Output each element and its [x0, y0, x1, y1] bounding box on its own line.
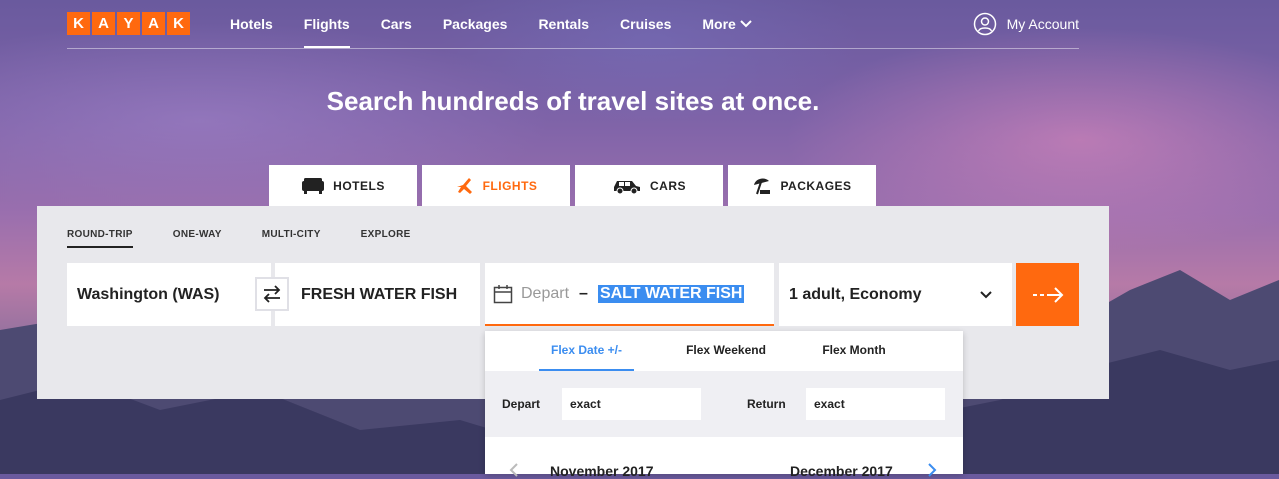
chevron-down-icon: [980, 290, 992, 298]
page-headline: Search hundreds of travel sites at once.: [326, 86, 820, 116]
flex-tabs: Flex Date +/- Flex Weekend Flex Month: [485, 331, 963, 371]
my-account-link[interactable]: My Account: [973, 12, 1079, 36]
tab-flex-month[interactable]: Flex Month: [819, 331, 889, 371]
trip-type-explore[interactable]: EXPLORE: [361, 229, 411, 248]
arrow-right-icon: [1032, 286, 1063, 303]
nav-link-hotels[interactable]: Hotels: [230, 0, 273, 48]
bed-icon: [302, 177, 325, 194]
flex-return-input[interactable]: [806, 388, 945, 420]
trip-type-multi-city[interactable]: MULTI-CITY: [262, 229, 321, 248]
logo-letter: A: [92, 12, 115, 35]
tab-packages[interactable]: PACKAGES: [728, 165, 876, 206]
dates-field[interactable]: Depart – SALT WATER FISH: [485, 263, 774, 326]
user-icon: [973, 12, 996, 36]
nav-link-flights[interactable]: Flights: [303, 0, 350, 48]
calendar-month-left: November 2017: [550, 463, 654, 479]
flex-depart-label: Depart: [502, 397, 541, 411]
vertical-tabs: HOTELS FLIGHTS CARS PACKAGES: [269, 165, 876, 206]
tab-hotels[interactable]: HOTELS: [269, 165, 417, 206]
tab-hotels-label: HOTELS: [333, 178, 385, 193]
destination-field[interactable]: FRESH WATER FISH: [275, 263, 480, 326]
tab-cars[interactable]: CARS: [575, 165, 723, 206]
depart-placeholder[interactable]: Depart: [521, 285, 569, 303]
flex-date-dropdown: Flex Date +/- Flex Weekend Flex Month De…: [485, 331, 963, 479]
nav-links: Hotels Flights Cars Packages Rentals Cru…: [230, 0, 783, 48]
nav-link-cruises[interactable]: Cruises: [620, 0, 671, 48]
flex-return-label: Return: [747, 397, 786, 411]
origin-field[interactable]: Washington (WAS): [67, 263, 271, 326]
flex-inputs-row: Depart Return: [485, 371, 963, 437]
travelers-label: 1 adult, Economy: [789, 285, 922, 303]
return-date-value[interactable]: SALT WATER FISH: [597, 284, 745, 303]
car-icon: [613, 180, 640, 194]
tab-flex-date[interactable]: Flex Date +/-: [539, 331, 634, 371]
tab-packages-label: PACKAGES: [780, 178, 852, 193]
umbrella-icon: [754, 177, 771, 194]
tab-flights[interactable]: FLIGHTS: [422, 165, 570, 206]
nav-link-rentals[interactable]: Rentals: [538, 0, 589, 48]
nav-more-label: More: [702, 16, 736, 32]
logo-letter: Y: [117, 12, 140, 35]
trip-type-one-way[interactable]: ONE-WAY: [173, 229, 222, 248]
swap-icon: [263, 285, 281, 303]
chevron-down-icon: [740, 20, 752, 28]
nav-link-cars[interactable]: Cars: [381, 0, 412, 48]
swap-button[interactable]: [255, 277, 289, 311]
kayak-logo[interactable]: K A Y A K: [67, 12, 190, 35]
calendar-header: November 2017 December 2017: [485, 437, 963, 479]
calendar-month-right: December 2017: [790, 463, 893, 479]
flex-depart-input[interactable]: [562, 388, 701, 420]
date-separator: –: [579, 284, 588, 302]
chevron-right-icon[interactable]: [927, 463, 937, 477]
logo-letter: A: [142, 12, 165, 35]
travelers-cabin-select[interactable]: 1 adult, Economy: [779, 263, 1012, 326]
logo-letter: K: [67, 12, 90, 35]
top-nav: K A Y A K Hotels Flights Cars Packages R…: [67, 0, 1079, 49]
trip-type-selector: ROUND-TRIP ONE-WAY MULTI-CITY EXPLORE: [67, 229, 451, 248]
nav-link-more[interactable]: More: [702, 0, 752, 48]
nav-link-packages[interactable]: Packages: [443, 0, 508, 48]
trip-type-round-trip[interactable]: ROUND-TRIP: [67, 229, 133, 248]
logo-letter: K: [167, 12, 190, 35]
chevron-left-icon[interactable]: [509, 463, 519, 477]
calendar-icon: [493, 284, 513, 303]
plane-icon: [456, 177, 472, 194]
tab-cars-label: CARS: [649, 178, 686, 193]
search-submit-button[interactable]: [1016, 263, 1079, 326]
tab-flex-weekend[interactable]: Flex Weekend: [680, 331, 772, 371]
my-account-label: My Account: [1006, 16, 1079, 32]
tab-flights-label: FLIGHTS: [482, 178, 538, 193]
